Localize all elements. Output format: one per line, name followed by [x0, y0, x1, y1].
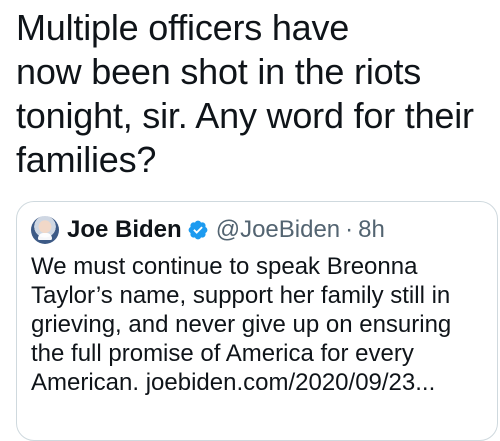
- quoted-tweet-card[interactable]: Joe Biden @JoeBiden · 8h We must continu…: [16, 201, 498, 441]
- quoted-tweet-line-4: the full promise of America for every: [31, 340, 414, 367]
- quoted-tweet-text: We must continue to speak Breonna Taylor…: [31, 252, 493, 397]
- quoted-tweet-line-3: grieving, and never give up on ensuring: [31, 311, 452, 338]
- quoted-tweet-header: Joe Biden @JoeBiden · 8h: [31, 214, 385, 246]
- verified-badge-icon: [188, 220, 208, 240]
- main-tweet-line-2: now been shot in the riots: [16, 51, 422, 92]
- quoted-author-handle[interactable]: @JoeBiden: [216, 216, 340, 244]
- quoted-author-name[interactable]: Joe Biden: [67, 216, 182, 244]
- main-tweet-line-3: tonight, sir. Any word for their: [16, 95, 474, 136]
- main-tweet-line-4: families?: [16, 139, 157, 180]
- quoted-tweet-line-5-with-link[interactable]: American. joebiden.com/2020/09/23...: [31, 368, 493, 397]
- profile-avatar-icon[interactable]: [31, 216, 59, 244]
- metadata-separator: ·: [345, 216, 354, 243]
- main-tweet-text: Multiple officers have now been shot in …: [16, 6, 486, 182]
- main-tweet-line-1: Multiple officers have: [16, 7, 350, 48]
- quoted-tweet-line-2: Taylor’s name, support her family still …: [31, 282, 451, 309]
- quoted-tweet-line-1: We must continue to speak Breonna: [31, 253, 418, 280]
- quoted-tweet-time[interactable]: 8h: [358, 216, 385, 244]
